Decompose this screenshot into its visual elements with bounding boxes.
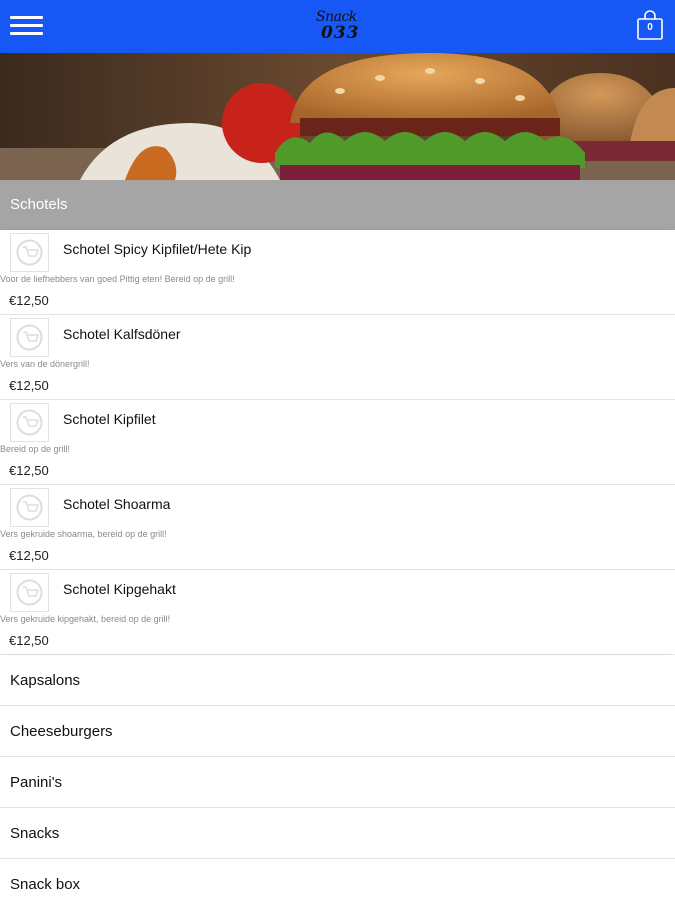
category-label: Cheeseburgers (10, 723, 113, 740)
item-name: Schotel Kipgehakt (63, 581, 176, 597)
snack-033-logo: Snack 033 (316, 9, 360, 43)
item-name: Schotel Kalfsdöner (63, 326, 181, 342)
top-app-bar: Snack 033 0 (0, 0, 675, 53)
cart-count-badge: 0 (647, 22, 653, 33)
item-description: Vers gekruide shoarma, bereid op de gril… (0, 529, 167, 539)
category-header-schotels[interactable]: Schotels (0, 180, 675, 230)
menu-icon[interactable] (10, 13, 44, 39)
product-thumbnail (10, 488, 49, 527)
item-price: €12,50 (9, 293, 49, 308)
burger-banner-image (0, 53, 675, 180)
menu-item[interactable]: Schotel Kipgehakt Vers gekruide kipgehak… (0, 570, 675, 655)
cart-placeholder-icon (16, 579, 43, 606)
cart-button[interactable]: 0 (635, 9, 665, 41)
item-price: €12,50 (9, 633, 49, 648)
menu-item-list: Schotel Spicy Kipfilet/Hete Kip Voor de … (0, 230, 675, 654)
cart-placeholder-icon (16, 409, 43, 436)
item-description: Vers van de dönergrill! (0, 359, 90, 369)
cart-placeholder-icon (16, 494, 43, 521)
menu-item[interactable]: Schotel Kipfilet Bereid op de grill! €12… (0, 400, 675, 485)
cart-placeholder-icon (16, 239, 43, 266)
product-thumbnail (10, 403, 49, 442)
category-cheeseburgers[interactable]: Cheeseburgers (0, 706, 675, 757)
category-label: Snacks (10, 825, 60, 842)
category-label: Snack box (10, 876, 81, 893)
menu-item[interactable]: Schotel Kalfsdöner Vers van de dönergril… (0, 315, 675, 400)
cart-placeholder-icon (16, 324, 43, 351)
menu-item[interactable]: Schotel Spicy Kipfilet/Hete Kip Voor de … (0, 230, 675, 315)
category-snack-box[interactable]: Snack box (0, 859, 675, 900)
menu-item[interactable]: Schotel Shoarma Vers gekruide shoarma, b… (0, 485, 675, 570)
category-label: Panini's (10, 774, 63, 791)
item-description: Bereid op de grill! (0, 444, 71, 454)
item-name: Schotel Spicy Kipfilet/Hete Kip (63, 241, 252, 257)
category-label: Kapsalons (10, 672, 81, 689)
category-paninis[interactable]: Panini's (0, 757, 675, 808)
item-name: Schotel Shoarma (63, 496, 171, 512)
item-description: Vers gekruide kipgehakt, bereid op de gr… (0, 614, 171, 624)
product-thumbnail (10, 233, 49, 272)
item-description: Voor de liefhebbers van goed Pittig eten… (0, 274, 235, 284)
product-thumbnail (10, 318, 49, 357)
item-price: €12,50 (9, 378, 49, 393)
category-snacks[interactable]: Snacks (0, 808, 675, 859)
item-name: Schotel Kipfilet (63, 411, 156, 427)
item-price: €12,50 (9, 548, 49, 563)
item-price: €12,50 (9, 463, 49, 478)
category-kapsalons[interactable]: Kapsalons (0, 655, 675, 706)
product-thumbnail (10, 573, 49, 612)
